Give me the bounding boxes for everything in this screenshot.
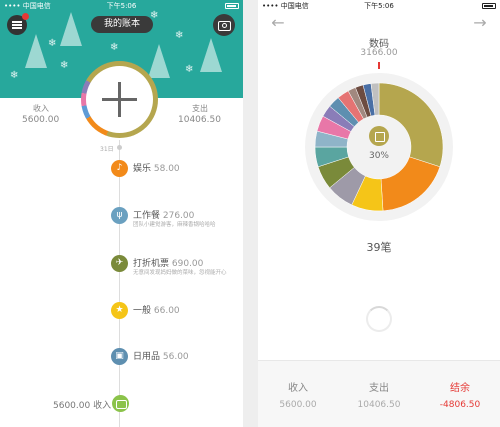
notification-dot <box>22 13 29 20</box>
income-value: 5600.00 <box>279 400 317 410</box>
item-name: 日用品 <box>133 352 161 362</box>
add-record-button[interactable] <box>81 61 158 138</box>
income-row-value: 5600.00 <box>53 401 91 411</box>
pie-chart-svg[interactable] <box>313 81 445 213</box>
item-name: 一般 <box>133 306 152 316</box>
item-amount: 58.00 <box>153 164 180 174</box>
pie-slice[interactable] <box>380 156 441 212</box>
snowflake-icon: ❄ <box>10 70 19 81</box>
expense-label: 支出 <box>192 104 208 113</box>
snowflake-icon: ❄ <box>175 30 184 41</box>
item-note: 团队小建觉游客，麻辣香锅哈哈哈 <box>133 222 216 228</box>
scroll-indicator <box>366 306 392 332</box>
income-label: 收入 <box>33 104 49 113</box>
date-label: 31日 <box>100 146 114 153</box>
expense-value: 10406.50 <box>357 400 401 410</box>
summary-bar: 收入 5600.00 支出 10406.50 结余 -4806.50 <box>258 360 500 427</box>
snowflake-icon: ❄ <box>48 38 57 49</box>
income-summary[interactable]: 收入 5600.00 <box>258 379 338 410</box>
pie-chart[interactable]: 30% <box>305 73 453 221</box>
battery-icon <box>225 3 239 9</box>
snowflake-icon: ❄ <box>60 60 69 71</box>
balance-value: -4806.50 <box>439 400 481 410</box>
income-row[interactable]: 5600.00 收入 <box>53 398 111 411</box>
item-name: 娱乐 <box>133 164 152 174</box>
camera-category-icon <box>369 126 389 146</box>
item-amount: 66.00 <box>153 306 180 316</box>
snowflake-icon: ❄ <box>185 64 194 75</box>
time-label: 下午5:06 <box>364 2 394 10</box>
record-count: 39笔 <box>366 241 392 254</box>
cutlery-icon: ψ <box>111 207 128 224</box>
plus-icon <box>86 66 153 133</box>
category-percent: 30% <box>368 151 389 161</box>
screen-divider <box>243 0 258 427</box>
snowflake-icon: ❄ <box>110 42 119 53</box>
status-bar: •••• 中国电信 下午5:06 <box>258 0 500 12</box>
expense-summary[interactable]: 支出 10406.50 <box>339 379 419 410</box>
wallet-icon <box>112 395 129 412</box>
plane-icon: ✈ <box>111 255 128 272</box>
account-book-button[interactable]: 我的账本 <box>91 16 153 33</box>
item-note: 无意间发现妈妈做的菜味，忽视能开心 <box>133 270 227 276</box>
tree-decoration <box>200 38 222 72</box>
camera-button[interactable] <box>213 14 235 36</box>
income-value: 5600.00 <box>22 115 60 125</box>
battery-icon <box>482 3 496 9</box>
mic-icon: ♪ <box>111 160 128 177</box>
expense-label: 支出 <box>369 383 389 394</box>
tree-decoration <box>148 44 170 78</box>
item-amount: 56.00 <box>162 352 189 362</box>
category-amount: 3166.00 <box>360 48 398 58</box>
tree-decoration <box>25 34 47 68</box>
selection-indicator <box>378 62 380 69</box>
box-icon: ▣ <box>111 348 128 365</box>
income-row-label: 收入 <box>93 401 112 411</box>
balance-summary[interactable]: 结余 -4806.50 <box>420 379 500 410</box>
timeline-line <box>119 140 120 427</box>
tree-decoration <box>60 12 82 46</box>
star-icon: ★ <box>111 302 128 319</box>
date-dot <box>117 145 122 150</box>
timeline-screen: ❄ ❄ ❄ ❄ ❄ ❄ ❄ •••• 中国电信 下午5:06 我的账本 收入 5… <box>0 0 243 427</box>
expense-value: 10406.50 <box>178 115 221 125</box>
back-arrow-icon[interactable]: ← <box>270 15 286 31</box>
time-label: 下午5:06 <box>106 2 137 10</box>
status-bar: •••• 中国电信 下午5:06 <box>0 0 243 12</box>
forward-arrow-icon[interactable]: → <box>472 15 488 31</box>
chart-screen: •••• 中国电信 下午5:06 ← → 数码 3166.00 30% 39笔 … <box>258 0 500 427</box>
balance-label: 结余 <box>450 383 470 394</box>
income-label: 收入 <box>288 383 308 394</box>
